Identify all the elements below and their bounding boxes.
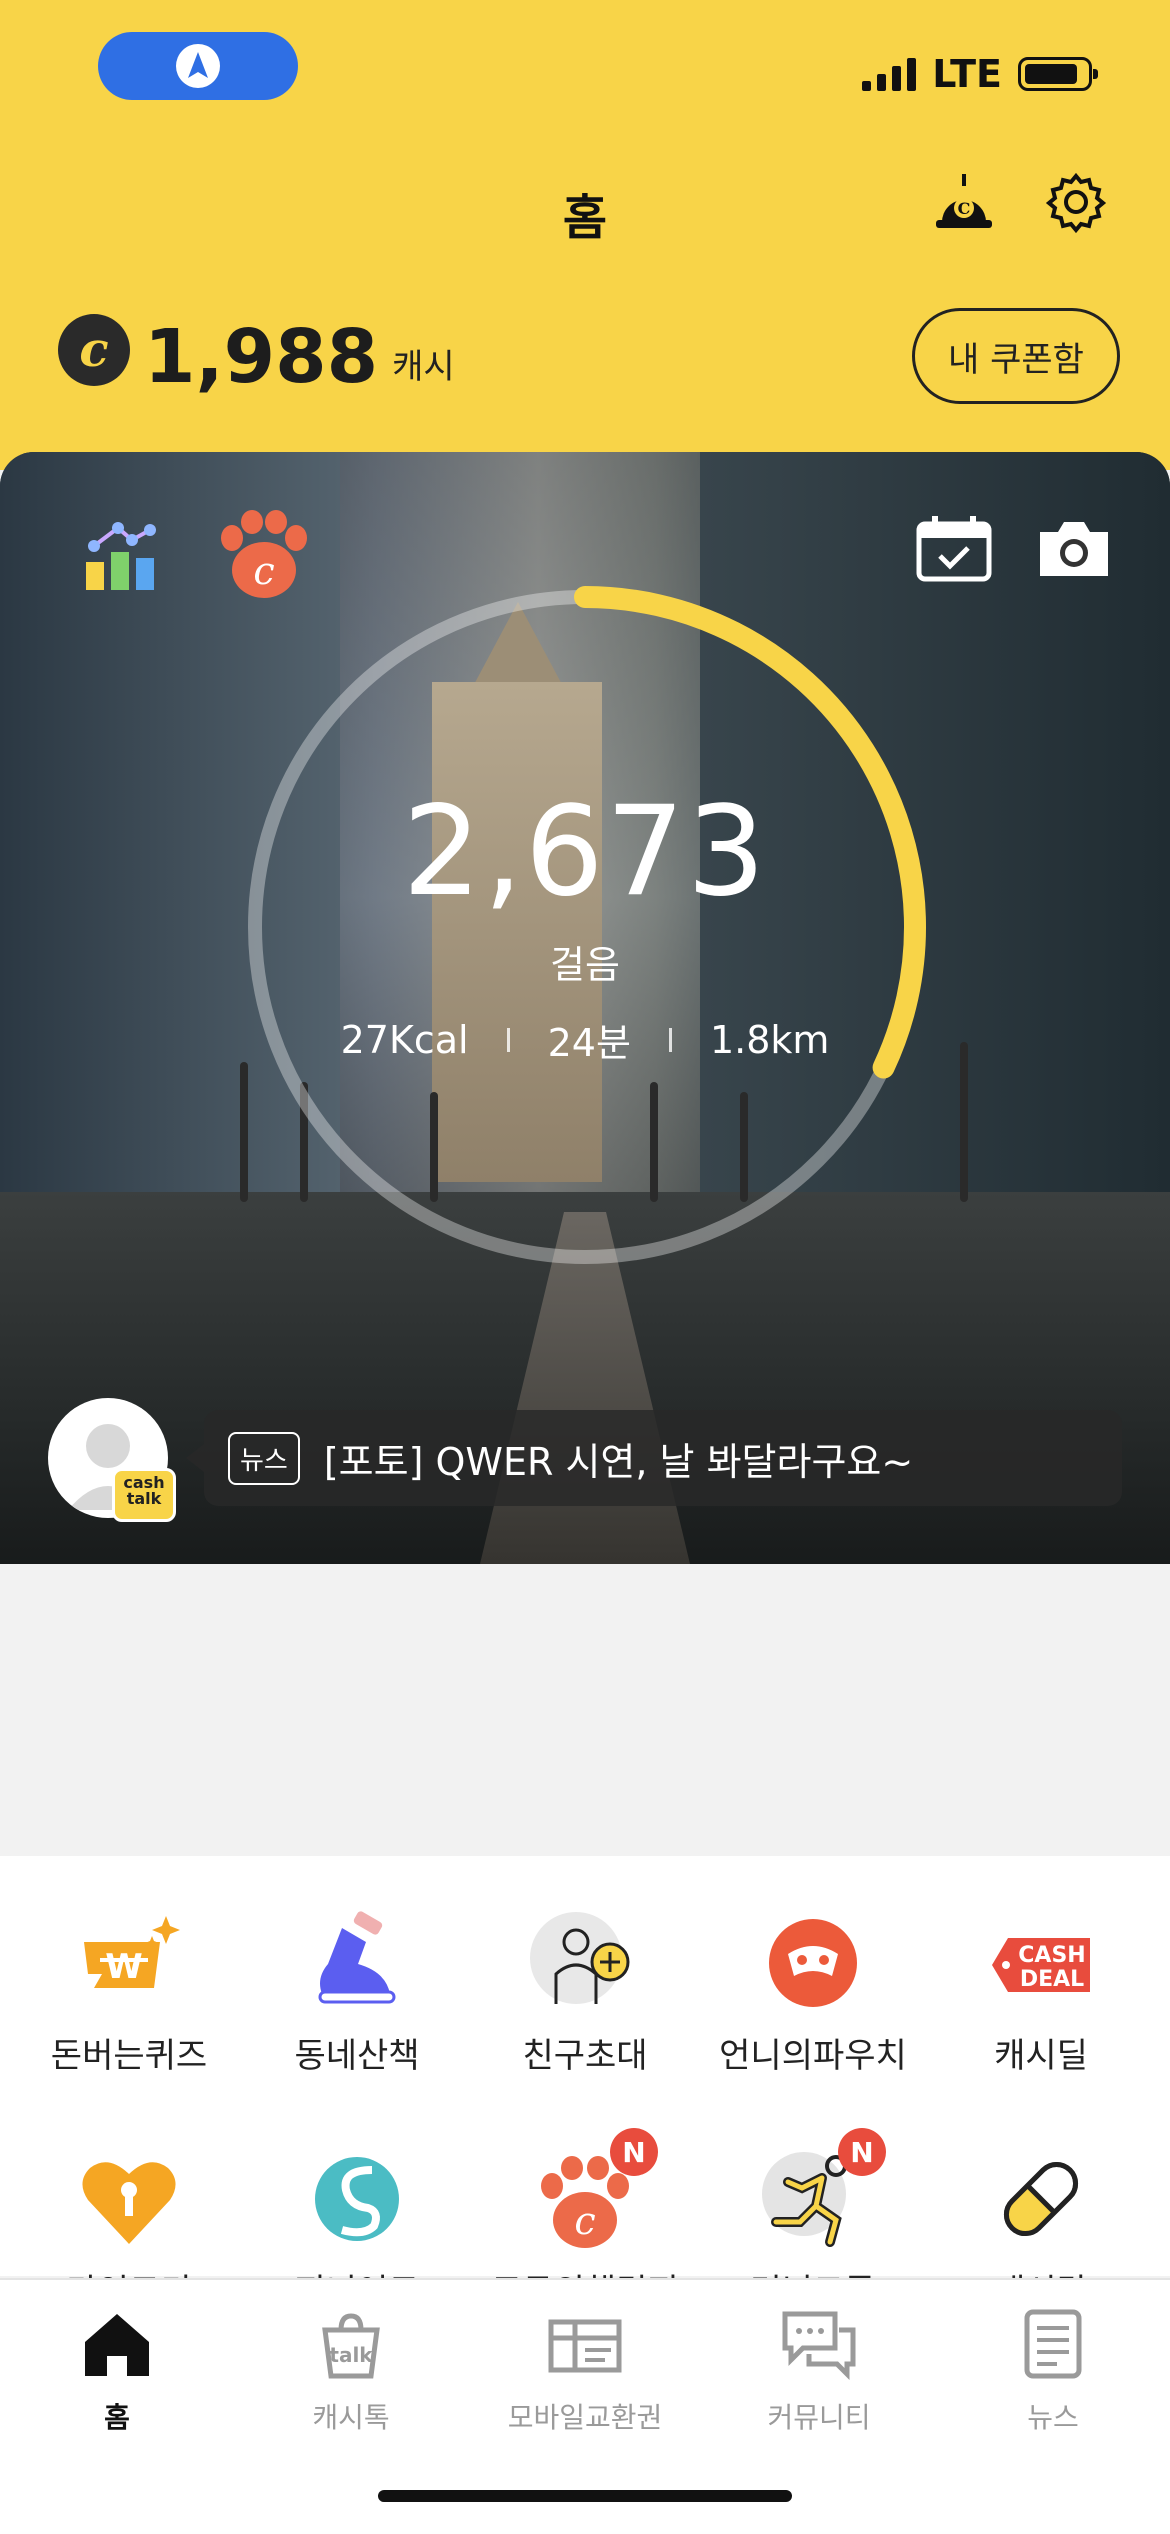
- tab-label: 커뮤니티: [767, 2401, 871, 2434]
- news-headline: [포토] QWER 시연, 날 봐달라구요~: [323, 1439, 914, 1484]
- cashtalk-badge-icon: cash talk: [112, 1468, 176, 1522]
- cash-deal-word: DEAL: [1020, 1967, 1084, 1992]
- chat-bubbles-icon: [782, 2311, 856, 2381]
- menu-label: 돈버는퀴즈: [50, 2036, 208, 2076]
- talk-bag-icon: talk: [322, 2313, 380, 2379]
- step-count: 2,673: [402, 780, 768, 924]
- tab-community[interactable]: 커뮤니티: [702, 2304, 936, 2436]
- stats-chart-icon[interactable]: [82, 516, 158, 592]
- menu-item-quiz[interactable]: W 돈버는퀴즈: [12, 1908, 246, 2077]
- my-coupons-button[interactable]: 내 쿠폰함: [912, 308, 1120, 404]
- svg-text:c: c: [574, 2199, 595, 2243]
- sneaker-icon: [318, 1911, 396, 2004]
- new-badge: N: [610, 2128, 658, 2176]
- activity-stats: 27Kcal 24분 1.8km: [0, 1012, 1170, 1067]
- home-indicator[interactable]: [378, 2490, 792, 2502]
- balance-amount: 1,988: [144, 314, 379, 400]
- cash-balance: c 1,988 캐시: [58, 314, 455, 394]
- news-ticker[interactable]: 뉴스 [포토] QWER 시연, 날 봐달라구요~: [186, 1410, 1122, 1506]
- divider: [506, 1027, 510, 1052]
- calendar-check-icon[interactable]: [916, 516, 992, 582]
- svg-text:talk: talk: [329, 2343, 373, 2367]
- invite-friend-icon: [530, 1912, 630, 2004]
- gear-icon[interactable]: [1044, 170, 1108, 234]
- menu-item-pouch[interactable]: 언니의파우치: [696, 1908, 930, 2077]
- tab-mobile-voucher[interactable]: 모바일교환권: [468, 2304, 702, 2436]
- divider: [668, 1027, 672, 1052]
- menu-label: 캐시딜: [994, 2036, 1088, 2076]
- feature-menu: W 돈버는퀴즈 동네산책 친구초대 언니의파우치 CASH DEAL 캐시딜 c…: [0, 1856, 1170, 2312]
- home-icon: [85, 2314, 149, 2376]
- tab-cashtalk[interactable]: talk 캐시톡: [234, 2304, 468, 2436]
- calories-value: 27Kcal: [340, 1017, 469, 1062]
- quiz-icon: W: [84, 1916, 180, 1988]
- menu-label: 친구초대: [522, 2036, 648, 2076]
- balance-unit: 캐시: [392, 347, 455, 387]
- gift-voucher-icon: [548, 2319, 622, 2373]
- pouch-icon: [769, 1919, 857, 2007]
- step-count-label: 걸음: [550, 943, 620, 987]
- navigation-indicator[interactable]: [98, 32, 298, 100]
- menu-item-invite[interactable]: 친구초대: [468, 1908, 702, 2077]
- navigation-arrow-icon: [176, 44, 220, 88]
- tab-label: 모바일교환권: [507, 2401, 663, 2434]
- signal-icon: [862, 57, 917, 91]
- tab-news[interactable]: 뉴스: [936, 2304, 1170, 2436]
- geniet-icon: [315, 2157, 399, 2241]
- cash-coin-icon: c: [58, 314, 130, 386]
- distance-value: 1.8km: [709, 1017, 830, 1062]
- cash-deal-icon: CASH DEAL: [992, 1938, 1090, 1992]
- menu-label: 동네산책: [294, 2036, 420, 2076]
- heart-key-icon: [82, 2162, 176, 2244]
- header: LTE 홈 C c 1,988 캐시 내 쿠폰함: [0, 0, 1170, 470]
- menu-item-cashdeal[interactable]: CASH DEAL 캐시딜: [924, 1908, 1158, 2077]
- network-label: LTE: [932, 52, 1002, 96]
- minutes-value: 24분: [547, 1021, 631, 1065]
- status-bar: LTE: [862, 52, 1098, 96]
- camera-icon[interactable]: [1036, 518, 1112, 580]
- cash-slot-icon[interactable]: C: [932, 170, 996, 234]
- news-icon: [1024, 2309, 1082, 2379]
- svg-text:W: W: [105, 1947, 143, 1987]
- battery-icon: [1018, 57, 1098, 91]
- svg-text:C: C: [958, 199, 971, 218]
- tab-label: 뉴스: [1027, 2401, 1079, 2434]
- new-badge: N: [838, 2128, 886, 2176]
- tab-label: 홈: [104, 2401, 130, 2434]
- cash-deal-word: CASH: [1018, 1943, 1085, 1968]
- tab-home[interactable]: 홈: [0, 2304, 234, 2436]
- pill-icon: [1003, 2161, 1079, 2237]
- news-tag: 뉴스: [228, 1431, 300, 1485]
- menu-item-walk[interactable]: 동네산책: [240, 1908, 474, 2077]
- tab-label: 캐시톡: [312, 2401, 390, 2434]
- cashtalk-badge-word: talk: [126, 1489, 162, 1508]
- menu-label: 언니의파우치: [719, 2036, 907, 2076]
- step-progress-ring: [248, 586, 926, 1264]
